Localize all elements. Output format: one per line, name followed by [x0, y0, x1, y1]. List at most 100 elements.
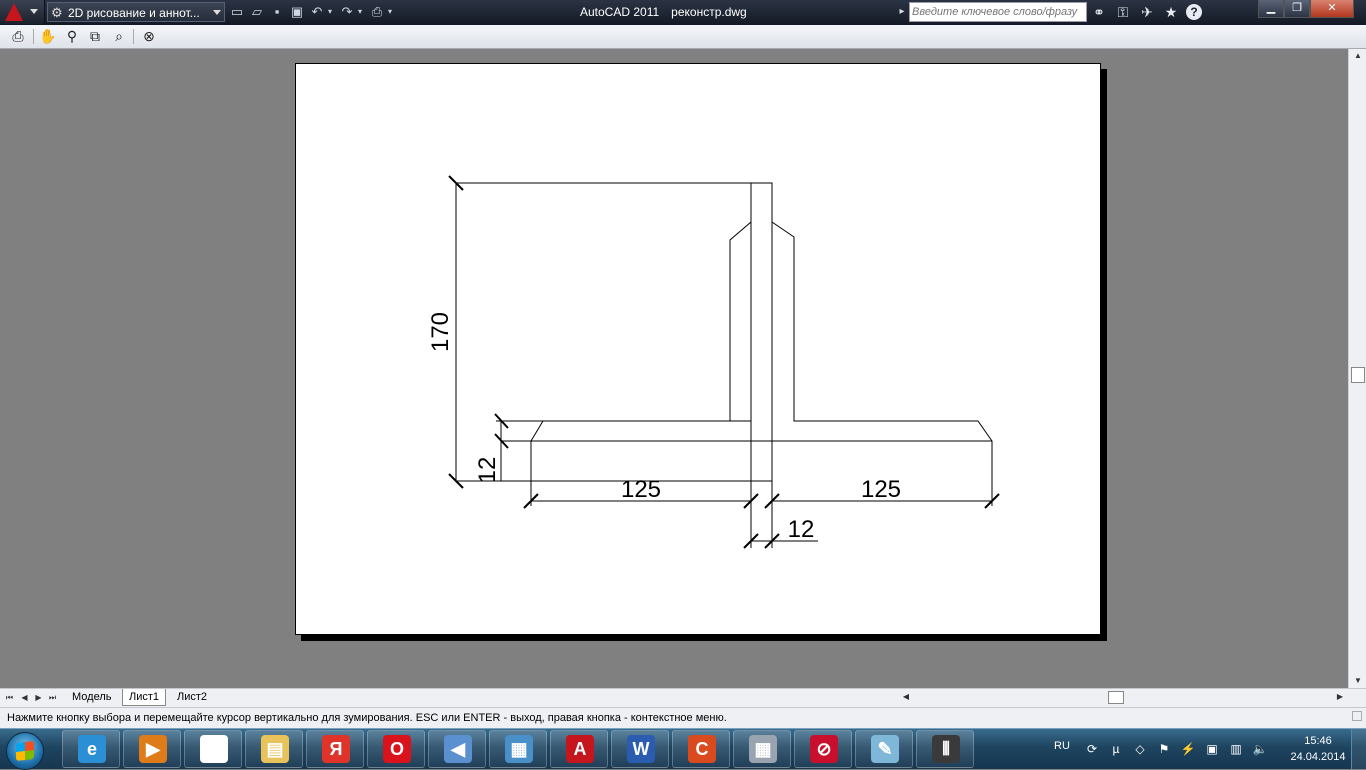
- title-bar: ⚙ 2D рисование и аннот... ▭ ▱ ▪ ▣ ↶ ▾ ↷ …: [0, 0, 1366, 26]
- vertical-scrollbar[interactable]: ▲ ▼: [1348, 49, 1366, 688]
- taskbar-calculator[interactable]: ▦: [733, 730, 791, 768]
- t-section-drawing: 170 12 125 125 12: [427, 175, 1000, 549]
- clock-time: 15:46: [1304, 735, 1332, 747]
- utorrent-icon[interactable]: µ: [1108, 741, 1124, 757]
- scroll-right-icon[interactable]: ▶: [1334, 690, 1346, 704]
- key-icon[interactable]: ⚿: [1114, 3, 1132, 21]
- status-message: Нажмите кнопку выбора и перемещайте курс…: [7, 712, 727, 724]
- taskbar-yandex-browser[interactable]: Я: [306, 730, 364, 768]
- autocad-icon: A: [566, 735, 594, 763]
- show-desktop-button[interactable]: [1351, 729, 1366, 769]
- tab-layout1[interactable]: Лист1: [122, 689, 167, 706]
- qat-customize-icon[interactable]: ▾: [388, 3, 396, 21]
- taskbar-no-sign-app[interactable]: ⊘: [794, 730, 852, 768]
- taskbar-autocad[interactable]: A: [550, 730, 608, 768]
- taskbar-word[interactable]: W: [611, 730, 669, 768]
- quick-access-toolbar: ▭ ▱ ▪ ▣ ↶ ▾ ↷ ▾ ⎙ ▾: [228, 3, 396, 21]
- undo-dropdown-icon[interactable]: ▾: [328, 3, 336, 21]
- cad-app-icon: ⫴: [932, 735, 960, 763]
- star-icon[interactable]: ★: [1162, 3, 1180, 21]
- start-button[interactable]: [6, 732, 44, 770]
- layout-tabs-bar: ⏮ ◀ ▶ ⏭ Модель Лист1 Лист2 ◀ ▶: [0, 688, 1366, 707]
- zoom-previous-icon[interactable]: ⌕: [109, 27, 129, 46]
- scroll-up-icon[interactable]: ▲: [1349, 49, 1366, 63]
- taskbar-cad-app[interactable]: ⫴: [916, 730, 974, 768]
- first-tab-icon[interactable]: ⏮: [4, 691, 15, 704]
- dim-125-left-label: 125: [621, 476, 661, 503]
- speaker-app-icon: ◀: [444, 735, 472, 763]
- taskbar-file-explorer[interactable]: ▤: [245, 730, 303, 768]
- media-player-icon: ▶: [139, 735, 167, 763]
- calculator-icon: ▦: [749, 735, 777, 763]
- safely-remove-icon[interactable]: ▣: [1204, 741, 1220, 757]
- restore-button[interactable]: ❐: [1284, 0, 1310, 18]
- profile-left-flange: [530, 420, 730, 481]
- close-button[interactable]: ✕: [1310, 0, 1354, 18]
- new-icon[interactable]: ▭: [228, 3, 246, 21]
- network-app-icon[interactable]: ⟳: [1084, 741, 1100, 757]
- taskbar-control-panel[interactable]: ▦: [489, 730, 547, 768]
- satellite-icon[interactable]: ✈: [1138, 3, 1156, 21]
- saveas-icon[interactable]: ▣: [288, 3, 306, 21]
- volume-icon[interactable]: 🔈: [1252, 741, 1268, 757]
- taskbar-blank-document[interactable]: [184, 730, 242, 768]
- drawing-canvas[interactable]: 170 12 125 125 12: [0, 49, 1348, 688]
- taskbar-internet-explorer[interactable]: e: [62, 730, 120, 768]
- save-icon[interactable]: ▪: [268, 3, 286, 21]
- search-expand-icon[interactable]: ▸: [896, 3, 908, 21]
- opera-icon: O: [383, 735, 411, 763]
- open-icon[interactable]: ▱: [248, 3, 266, 21]
- internet-explorer-icon: e: [78, 735, 106, 763]
- zoom-window-icon[interactable]: ⧉: [85, 27, 105, 46]
- no-sign-app-icon: ⊘: [810, 735, 838, 763]
- profile-web-center: [750, 182, 773, 482]
- taskbar-speaker-app[interactable]: ◀: [428, 730, 486, 768]
- workspace-selector[interactable]: ⚙ 2D рисование и аннот...: [47, 2, 225, 22]
- taskbar-media-player[interactable]: ▶: [123, 730, 181, 768]
- pan-hand-icon[interactable]: ✋: [38, 27, 58, 46]
- horizontal-scrollbar[interactable]: ◀ ▶: [892, 690, 1348, 704]
- toolbar-separator: [133, 29, 134, 44]
- language-indicator[interactable]: RU: [1054, 740, 1070, 752]
- help-icon[interactable]: ?: [1186, 4, 1202, 20]
- application-menu-button[interactable]: [0, 0, 45, 24]
- action-center-icon[interactable]: ⚑: [1156, 741, 1172, 757]
- dim-170-label: 170: [427, 312, 454, 352]
- clock[interactable]: 15:46 24.04.2014: [1288, 733, 1348, 765]
- search-input[interactable]: [909, 2, 1087, 22]
- scroll-down-icon[interactable]: ▼: [1349, 674, 1366, 688]
- tab-layout2[interactable]: Лист2: [171, 689, 213, 706]
- app-name: AutoCAD 2011: [580, 5, 660, 19]
- redo-dropdown-icon[interactable]: ▾: [358, 3, 366, 21]
- undo-icon[interactable]: ↶: [308, 3, 326, 21]
- next-tab-icon[interactable]: ▶: [33, 691, 44, 704]
- infocenter-icons: ⚭ ⚿ ✈ ★ ?: [1090, 3, 1202, 21]
- last-tab-icon[interactable]: ⏭: [47, 691, 58, 704]
- anydesk-icon[interactable]: ◇: [1132, 741, 1148, 757]
- autocad-logo-icon: [5, 3, 23, 21]
- plot-preview-toolbar: ⎙ ✋ ⚲ ⧉ ⌕ ⊗: [0, 25, 1366, 49]
- status-line: Нажмите кнопку выбора и перемещайте курс…: [0, 707, 1366, 729]
- resize-grip-icon[interactable]: [1352, 711, 1362, 721]
- print-icon[interactable]: ⎙: [8, 27, 28, 46]
- taskbar-notes-app[interactable]: ✎: [855, 730, 913, 768]
- profile-right-web: [771, 221, 993, 481]
- close-preview-icon[interactable]: ⊗: [139, 27, 159, 46]
- tab-model[interactable]: Модель: [66, 689, 117, 706]
- taskbar-opera[interactable]: O: [367, 730, 425, 768]
- network-icon[interactable]: ▥: [1228, 741, 1244, 757]
- plot-icon[interactable]: ⎙: [368, 3, 386, 21]
- vertical-scroll-thumb[interactable]: [1351, 367, 1365, 383]
- taskbar-ccleaner[interactable]: C: [672, 730, 730, 768]
- minimize-button[interactable]: ▁: [1258, 0, 1284, 18]
- control-panel-icon: ▦: [505, 735, 533, 763]
- zoom-icon[interactable]: ⚲: [62, 27, 82, 46]
- binoculars-icon[interactable]: ⚭: [1090, 3, 1108, 21]
- prev-tab-icon[interactable]: ◀: [19, 691, 30, 704]
- notes-app-icon: ✎: [871, 735, 899, 763]
- power-icon[interactable]: ⚡: [1180, 741, 1196, 757]
- windows-taskbar: e ▶ ▤ Я O ◀ ▦ A W C ▦ ⊘ ✎ ⫴ RU ⟳ µ ◇ ⚑ ⚡ ▣ ▥ 🔈 15:46 …: [0, 728, 1366, 770]
- scroll-left-icon[interactable]: ◀: [900, 690, 912, 704]
- horizontal-scroll-thumb[interactable]: [1108, 691, 1124, 704]
- redo-icon[interactable]: ↷: [338, 3, 356, 21]
